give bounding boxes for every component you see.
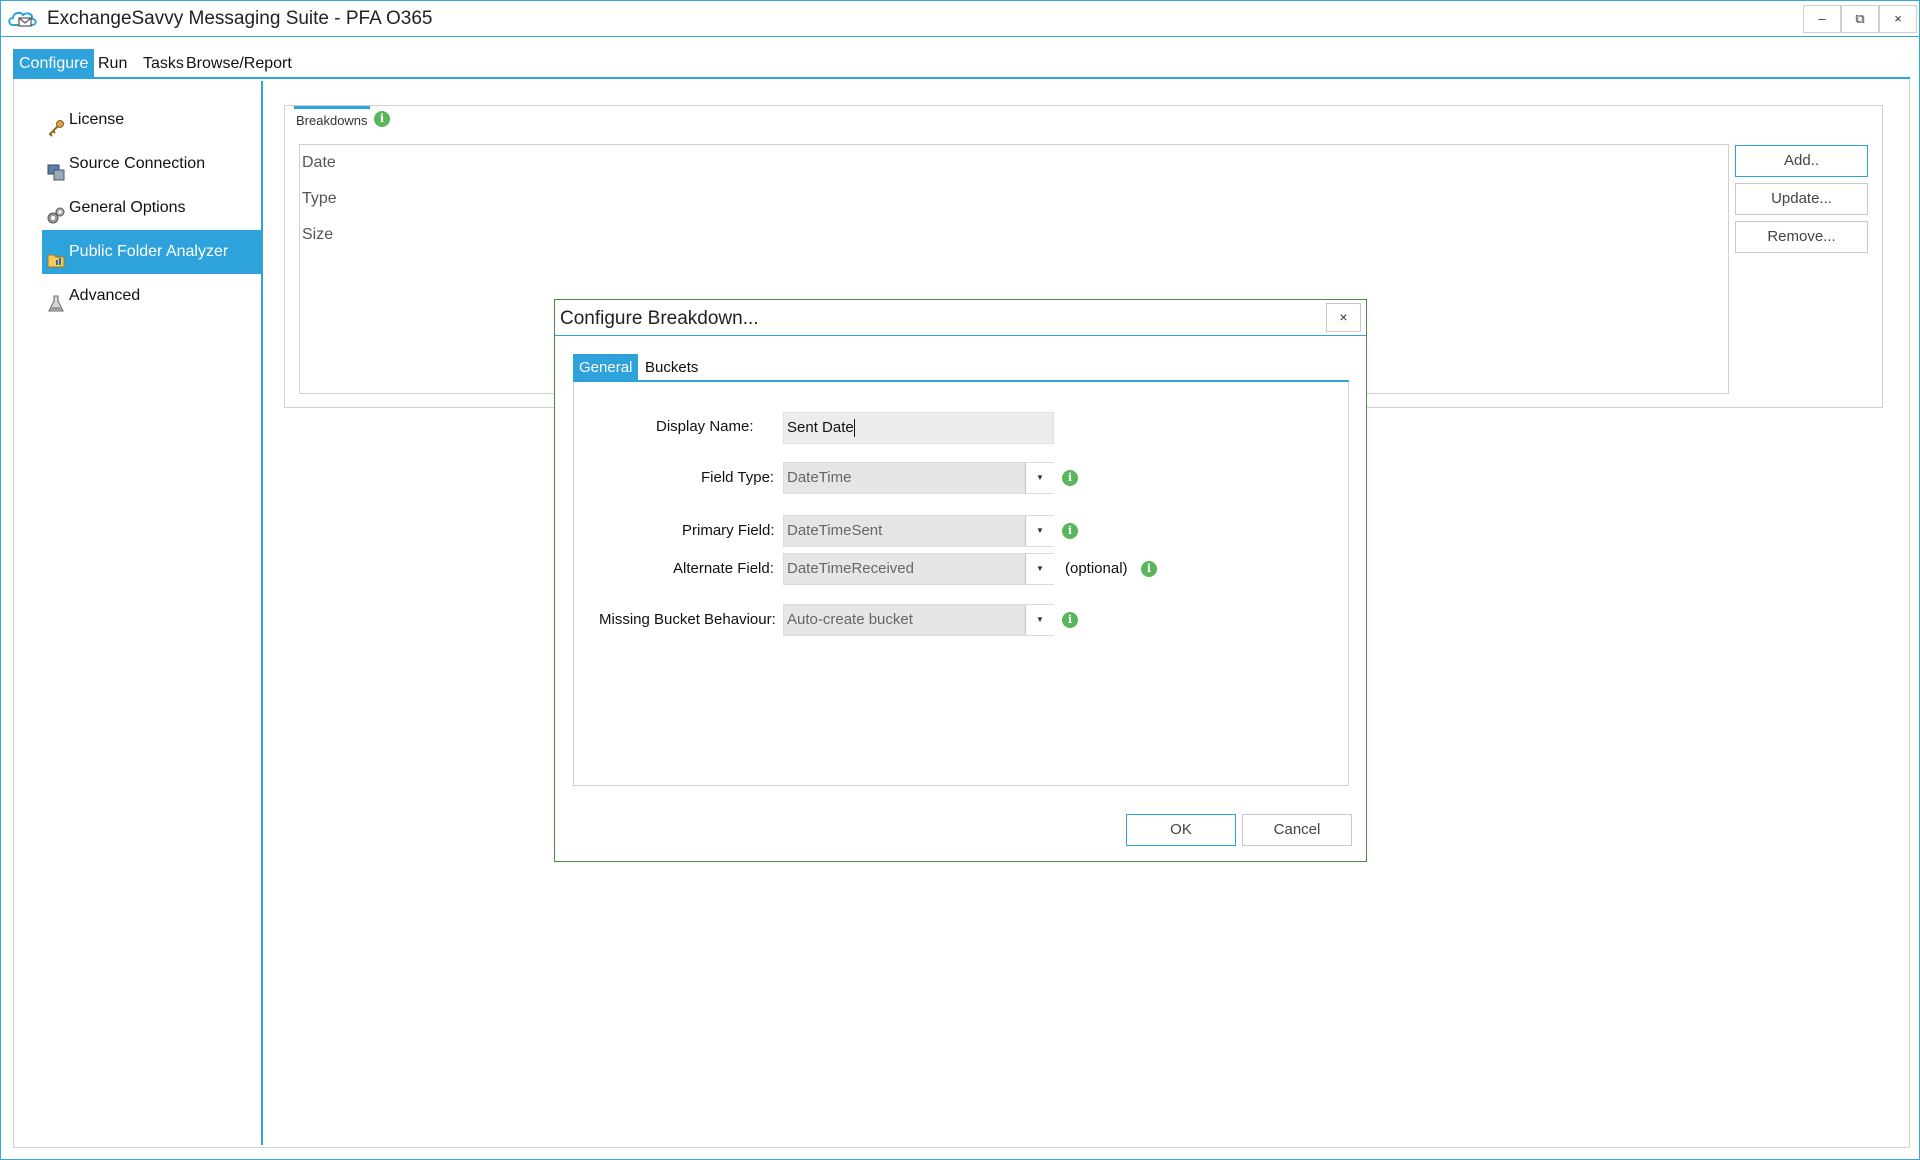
cancel-button[interactable]: Cancel bbox=[1242, 814, 1352, 846]
menu-configure[interactable]: Configure bbox=[13, 49, 95, 79]
sidebar-item-advanced[interactable]: Advanced bbox=[42, 274, 262, 318]
chevron-down-icon[interactable]: ▼ bbox=[1025, 463, 1054, 493]
tab-breakdowns[interactable]: Breakdowns bbox=[294, 106, 370, 132]
primary-field-label: Primary Field: bbox=[682, 522, 775, 539]
tab-buckets[interactable]: Buckets bbox=[639, 354, 704, 382]
key-icon bbox=[47, 111, 65, 137]
title-bar: ExchangeSavvy Messaging Suite - PFA O365… bbox=[1, 1, 1919, 37]
menu-run[interactable]: Run bbox=[92, 49, 133, 79]
sidebar-item-label: Public Folder Analyzer bbox=[69, 243, 229, 260]
sidebar-item-public-folder-analyzer[interactable]: Public Folder Analyzer bbox=[42, 230, 262, 274]
display-name-value: Sent Date bbox=[787, 419, 854, 436]
alternate-field-select[interactable]: DateTimeReceived ▼ bbox=[783, 553, 1054, 585]
dialog-title-bar: Configure Breakdown... × bbox=[555, 300, 1366, 336]
missing-bucket-label: Missing Bucket Behaviour: bbox=[599, 611, 776, 628]
missing-bucket-select[interactable]: Auto-create bucket ▼ bbox=[783, 604, 1054, 636]
add-button[interactable]: Add.. bbox=[1735, 145, 1868, 177]
sidebar-item-general-options[interactable]: General Options bbox=[42, 186, 262, 230]
field-type-value: DateTime bbox=[787, 469, 852, 486]
window-title: ExchangeSavvy Messaging Suite - PFA O365 bbox=[47, 8, 433, 29]
cloud-envelope-icon bbox=[7, 9, 39, 29]
app-window: ExchangeSavvy Messaging Suite - PFA O365… bbox=[0, 0, 1920, 1160]
alternate-field-value: DateTimeReceived bbox=[787, 560, 914, 577]
list-item[interactable]: Date bbox=[302, 154, 336, 172]
main-menu: Configure Run Tasks Browse/Report bbox=[13, 49, 1910, 79]
configure-breakdown-dialog: Configure Breakdown... × General Buckets… bbox=[554, 299, 1367, 862]
list-item[interactable]: Size bbox=[302, 226, 333, 244]
dialog-close-button[interactable]: × bbox=[1326, 303, 1361, 332]
info-icon[interactable]: i bbox=[1062, 523, 1078, 539]
sidebar-item-label: Advanced bbox=[69, 287, 141, 304]
remove-button[interactable]: Remove... bbox=[1735, 221, 1868, 253]
list-item[interactable]: Type bbox=[302, 190, 337, 208]
info-icon[interactable]: i bbox=[1062, 470, 1078, 486]
ok-button[interactable]: OK bbox=[1126, 814, 1236, 846]
display-name-input[interactable]: Sent Date bbox=[783, 412, 1054, 444]
folder-chart-icon bbox=[47, 243, 65, 268]
dialog-tabs: General Buckets bbox=[573, 354, 1349, 382]
dialog-title: Configure Breakdown... bbox=[560, 308, 759, 329]
chevron-down-icon[interactable]: ▼ bbox=[1025, 554, 1054, 584]
advanced-flask-icon bbox=[47, 287, 65, 312]
text-caret bbox=[853, 419, 855, 438]
info-icon[interactable]: i bbox=[1141, 561, 1157, 577]
field-type-select[interactable]: DateTime ▼ bbox=[783, 462, 1054, 494]
primary-field-value: DateTimeSent bbox=[787, 522, 883, 539]
optional-note: (optional) bbox=[1065, 560, 1128, 577]
info-icon[interactable]: i bbox=[1062, 612, 1078, 628]
chevron-down-icon[interactable]: ▼ bbox=[1025, 605, 1054, 635]
gears-icon bbox=[47, 199, 65, 224]
minimize-button[interactable]: – bbox=[1803, 5, 1841, 33]
alternate-field-label: Alternate Field: bbox=[673, 560, 774, 577]
tab-general[interactable]: General bbox=[573, 354, 639, 382]
server-connection-icon bbox=[47, 155, 65, 181]
sidebar-item-label: General Options bbox=[69, 199, 186, 216]
sidebar-item-label: License bbox=[69, 111, 125, 128]
info-icon[interactable]: i bbox=[374, 111, 390, 127]
restore-button[interactable]: ⧉ bbox=[1841, 5, 1879, 33]
sidebar-item-license[interactable]: License bbox=[42, 98, 262, 142]
field-type-label: Field Type: bbox=[701, 469, 775, 486]
primary-field-select[interactable]: DateTimeSent ▼ bbox=[783, 515, 1054, 547]
menu-browse-report[interactable]: Browse/Report bbox=[180, 49, 298, 79]
close-window-button[interactable]: × bbox=[1879, 5, 1917, 33]
chevron-down-icon[interactable]: ▼ bbox=[1025, 516, 1054, 546]
update-button[interactable]: Update... bbox=[1735, 183, 1868, 215]
missing-bucket-value: Auto-create bucket bbox=[787, 611, 913, 628]
sidebar-item-source-connection[interactable]: Source Connection bbox=[42, 142, 262, 186]
display-name-label: Display Name: bbox=[656, 418, 754, 435]
sidebar-item-label: Source Connection bbox=[69, 155, 206, 172]
